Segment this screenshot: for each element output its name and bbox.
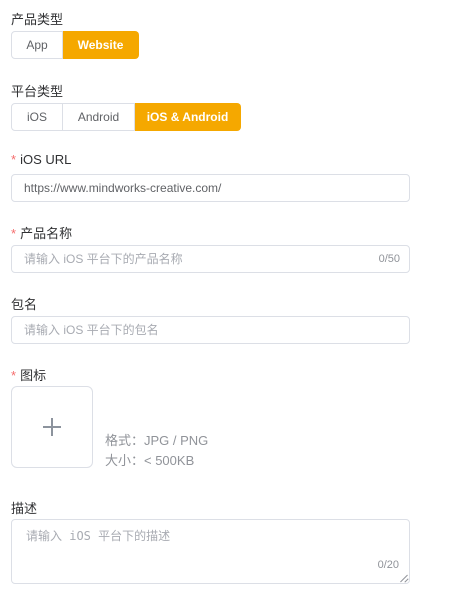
description-textarea[interactable]: 请输入 iOS 平台下的描述 0/20: [11, 519, 410, 584]
product-type-website-button[interactable]: Website: [63, 31, 139, 59]
ios-url-input[interactable]: https://www.mindworks-creative.com/: [11, 174, 410, 202]
platform-type-segmented: iOS Android iOS & Android: [11, 103, 241, 131]
product-type-segmented: App Website: [11, 31, 139, 59]
icon-format-hint: 格式：JPG / PNG: [105, 433, 209, 448]
product-name-label-text: 产品名称: [20, 226, 73, 241]
required-marker: *: [11, 226, 17, 241]
ios-url-label-text: iOS URL: [20, 152, 72, 167]
product-name-placeholder: 请输入 iOS 平台下的产品名称: [24, 252, 183, 266]
icon-upload-button[interactable]: [11, 386, 93, 468]
platform-ios-button[interactable]: iOS: [11, 103, 63, 131]
description-char-count: 0/20: [377, 559, 399, 571]
resize-handle-icon[interactable]: [400, 574, 408, 582]
package-name-label: 包名: [11, 297, 38, 312]
product-name-label: * 产品名称: [11, 223, 72, 242]
product-name-input[interactable]: 请输入 iOS 平台下的产品名称 0/50: [11, 245, 410, 273]
ios-url-label: * iOS URL: [11, 152, 71, 167]
required-marker: *: [11, 368, 17, 383]
package-name-placeholder: 请输入 iOS 平台下的包名: [24, 323, 159, 337]
icon-size-hint: 大小：< 500KB: [105, 453, 195, 468]
plus-icon: [43, 418, 61, 436]
description-label: 描述: [11, 501, 38, 516]
icon-label: * 图标: [11, 365, 46, 384]
product-name-char-count: 0/50: [378, 253, 400, 265]
required-marker: *: [11, 152, 17, 167]
platform-ios-android-button[interactable]: iOS & Android: [135, 103, 241, 131]
platform-type-label: 平台类型: [11, 84, 64, 99]
package-name-input[interactable]: 请输入 iOS 平台下的包名: [11, 316, 410, 344]
product-type-label: 产品类型: [11, 12, 64, 27]
ios-url-value: https://www.mindworks-creative.com/: [24, 181, 222, 195]
icon-label-text: 图标: [20, 368, 47, 383]
description-placeholder: 请输入 iOS 平台下的描述: [26, 529, 171, 543]
product-type-app-button[interactable]: App: [11, 31, 63, 59]
platform-android-button[interactable]: Android: [63, 103, 135, 131]
